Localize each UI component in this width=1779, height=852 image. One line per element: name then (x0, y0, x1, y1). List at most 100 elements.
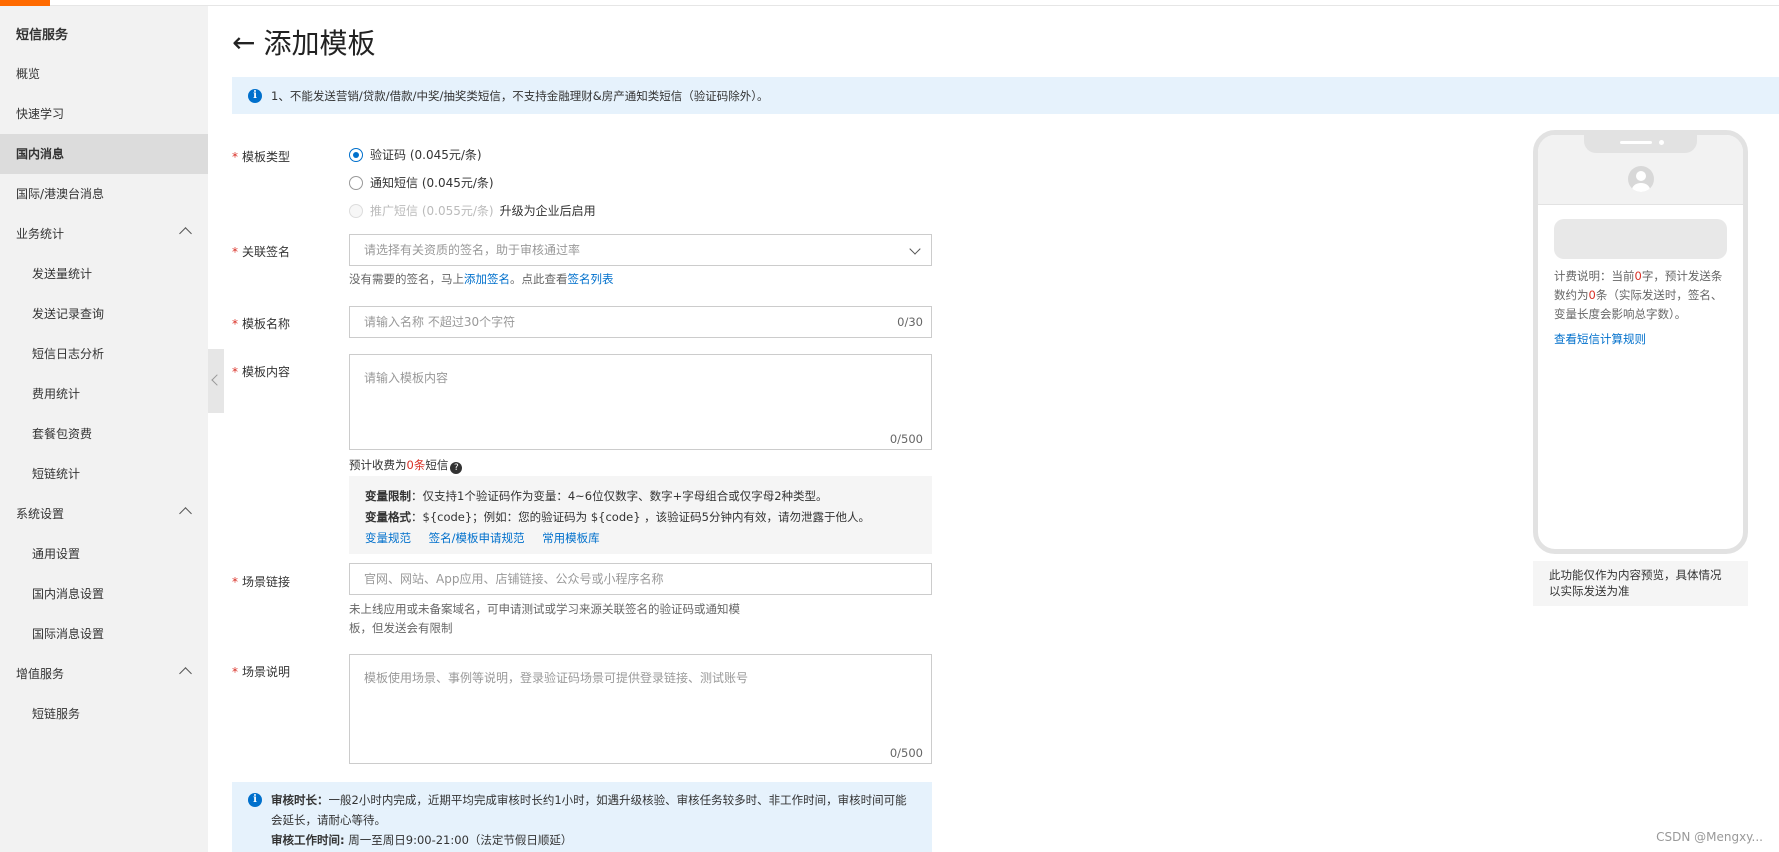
top-bar (0, 0, 1779, 6)
sidebar-item[interactable]: 套餐包资费 (0, 414, 208, 454)
sidebar-item[interactable]: 快速学习 (0, 94, 208, 134)
scene-link-input[interactable]: 官网、网站、App应用、店铺链接、公众号或小程序名称 (349, 563, 932, 595)
variable-rules-box: 变量限制：仅支持1个验证码作为变量：4~6位仅数字、数字+字母组合或仅字母2种类… (349, 476, 932, 554)
back-arrow-icon[interactable]: ← (232, 26, 255, 59)
template-library-link[interactable]: 常用模板库 (542, 531, 600, 545)
sidebar-item-label: 快速学习 (16, 107, 65, 121)
radio-verification-code[interactable]: 验证码 (0.045元/条) (349, 146, 482, 163)
scene-desc-label: * 场景说明 (232, 665, 291, 679)
help-icon[interactable]: ? (450, 462, 463, 474)
scene-desc-counter: 0/500 (889, 746, 923, 760)
sidebar-item[interactable]: 业务统计 (0, 214, 208, 254)
signature-placeholder: 请选择有关资质的签名，助于审核通过率 (364, 243, 581, 257)
sidebar-title: 短信服务 (16, 28, 69, 43)
scene-link-placeholder: 官网、网站、App应用、店铺链接、公众号或小程序名称 (364, 572, 664, 586)
sidebar-item[interactable]: 系统设置 (0, 494, 208, 534)
sidebar-item[interactable]: 概览 (0, 54, 208, 94)
audit-duration: 审核时长：一般2小时内完成，近期平均完成审核时长约1小时，如遇升级核验、审核任务… (271, 793, 907, 827)
audit-info-box: i 审核时长：一般2小时内完成，近期平均完成审核时长约1小时，如遇升级核验、审核… (232, 782, 932, 852)
info-icon: i (248, 88, 262, 103)
sidebar-item-label: 增值服务 (16, 667, 65, 681)
radio-label: 通知短信 (0.045元/条) (370, 176, 494, 190)
sidebar-item-label: 通用设置 (32, 547, 81, 561)
template-name-placeholder: 请输入名称 不超过30个字符 (364, 315, 516, 329)
sidebar-item[interactable]: 国际/港澳台消息 (0, 174, 208, 214)
variable-format-line: 变量格式：${code}；例如：您的验证码为 ${code} ，该验证码5分钟内… (365, 510, 870, 524)
chevron-up-icon[interactable] (179, 507, 192, 520)
template-name-label: * 模板名称 (232, 317, 291, 331)
fee-rule-link[interactable]: 查看短信计算规则 (1554, 331, 1646, 347)
phone-preview: 计费说明：当前0字，预计发送条数约为0条（实际发送时，签名、变量长度会影响总字数… (1533, 130, 1748, 554)
fee-estimate: 预计收费为0条短信? (349, 456, 463, 475)
sidebar-item-label: 短链服务 (32, 707, 81, 721)
sidebar-item-label: 套餐包资费 (32, 427, 93, 441)
info-icon: i (248, 793, 262, 807)
sidebar-item-label: 发送记录查询 (32, 307, 105, 321)
sidebar-item[interactable]: 短链服务 (0, 694, 208, 734)
scene-desc-placeholder: 模板使用场景、事例等说明，登录验证码场景可提供登录链接、测试账号 (364, 671, 749, 685)
sidebar-item-label: 费用统计 (32, 387, 81, 401)
template-name-counter: 0/30 (897, 315, 923, 329)
page-title: 添加模板 (263, 27, 376, 60)
fee-description: 计费说明：当前0字，预计发送条数约为0条（实际发送时，签名、变量长度会影响总字数… (1554, 269, 1723, 321)
sidebar-item[interactable]: 费用统计 (0, 374, 208, 414)
sidebar-item-label: 发送量统计 (32, 267, 93, 281)
notice-banner: i 1、不能发送营销/贷款/借款/中奖/抽奖类短信，不支持金融理财&房产通知类短… (232, 77, 1779, 114)
sidebar-item-label: 概览 (16, 67, 41, 81)
sidebar-item-label: 国内消息 (16, 147, 65, 161)
watermark: CSDN @Mengxy... (1656, 830, 1763, 844)
sidebar-item[interactable]: 短信日志分析 (0, 334, 208, 374)
sidebar: 短信服务 概览快速学习国内消息国际/港澳台消息 业务统计发送量统计发送记录查询 短信… (0, 6, 208, 852)
sidebar-item[interactable]: 国内消息设置 (0, 574, 208, 614)
sidebar-item[interactable]: 短链统计 (0, 454, 208, 494)
scene-link-hint: 未上线应用或未备案域名，可申请测试或学习来源关联签名的验证码或通知模 板，但发送… (349, 602, 740, 635)
scene-link-label: * 场景链接 (232, 575, 291, 589)
signature-label: * 关联签名 (232, 245, 291, 259)
apply-spec-link[interactable]: 签名/模板申请规范 (429, 531, 525, 545)
sidebar-item-label: 国际消息设置 (32, 627, 105, 641)
sidebar-item-label: 国际/港澳台消息 (16, 187, 105, 201)
chevron-left-icon (211, 374, 223, 386)
sidebar-item[interactable]: 通用设置 (0, 534, 208, 574)
page-header: ← 添加模板 (232, 22, 375, 62)
sidebar-item-label: 短链统计 (32, 467, 81, 481)
template-name-input[interactable]: 请输入名称 不超过30个字符 0/30 (349, 306, 932, 338)
radio-unchecked-icon[interactable] (349, 175, 363, 190)
template-content-label: * 模板内容 (232, 365, 291, 379)
sidebar-item-label: 国内消息设置 (32, 587, 105, 601)
template-type-label: * 模板类型 (232, 150, 291, 164)
message-bubble (1554, 219, 1727, 259)
radio-notification[interactable]: 通知短信 (0.045元/条) (349, 174, 494, 191)
variable-spec-link[interactable]: 变量规范 (365, 531, 411, 545)
radio-promotion: 推广短信 (0.055元/条) 升级为企业后启用 (349, 202, 596, 219)
phone-header (1538, 135, 1743, 205)
radio-label-disabled: 推广短信 (0.055元/条) (370, 204, 494, 218)
variable-limit-line: 变量限制：仅支持1个验证码作为变量：4~6位仅数字、数字+字母组合或仅字母2种类… (365, 489, 828, 503)
notice-text: 1、不能发送营销/贷款/借款/中奖/抽奖类短信，不支持金融理财&房产通知类短信（… (271, 88, 769, 103)
sidebar-collapse-handle[interactable] (208, 349, 224, 413)
add-signature-link[interactable]: 添加签名 (464, 272, 510, 286)
upgrade-text: 升级为企业后启用 (499, 204, 596, 218)
chevron-up-icon[interactable] (179, 227, 192, 240)
sidebar-item-label: 业务统计 (16, 227, 65, 241)
scene-desc-textarea[interactable]: 模板使用场景、事例等说明，登录验证码场景可提供登录链接、测试账号 0/500 (349, 654, 932, 764)
sidebar-item[interactable]: 国内消息 (0, 134, 208, 174)
sidebar-item[interactable]: 国际消息设置 (0, 614, 208, 654)
sidebar-item[interactable]: 发送记录查询 (0, 294, 208, 334)
avatar-icon (1628, 166, 1654, 192)
audit-hours: 审核工作时间: 周一至周日9:00-21:00（法定节假日顺延） (271, 833, 573, 847)
sidebar-item-label: 短信日志分析 (32, 347, 105, 361)
radio-label: 验证码 (0.045元/条) (370, 148, 482, 162)
signature-select[interactable]: 请选择有关资质的签名，助于审核通过率 (349, 234, 932, 266)
signature-hint: 没有需要的签名，马上添加签名。点此查看签名列表 (349, 272, 614, 286)
radio-checked-icon[interactable] (349, 147, 363, 162)
sidebar-item[interactable]: 增值服务 (0, 654, 208, 694)
phone-notch (1584, 135, 1697, 153)
radio-disabled-icon (349, 203, 363, 218)
template-content-textarea[interactable]: 请输入模板内容 0/500 (349, 354, 932, 450)
template-content-counter: 0/500 (889, 432, 923, 446)
signature-list-link[interactable]: 签名列表 (568, 272, 614, 286)
sidebar-item[interactable]: 发送量统计 (0, 254, 208, 294)
chevron-up-icon[interactable] (179, 667, 192, 680)
chevron-down-icon (909, 243, 921, 255)
